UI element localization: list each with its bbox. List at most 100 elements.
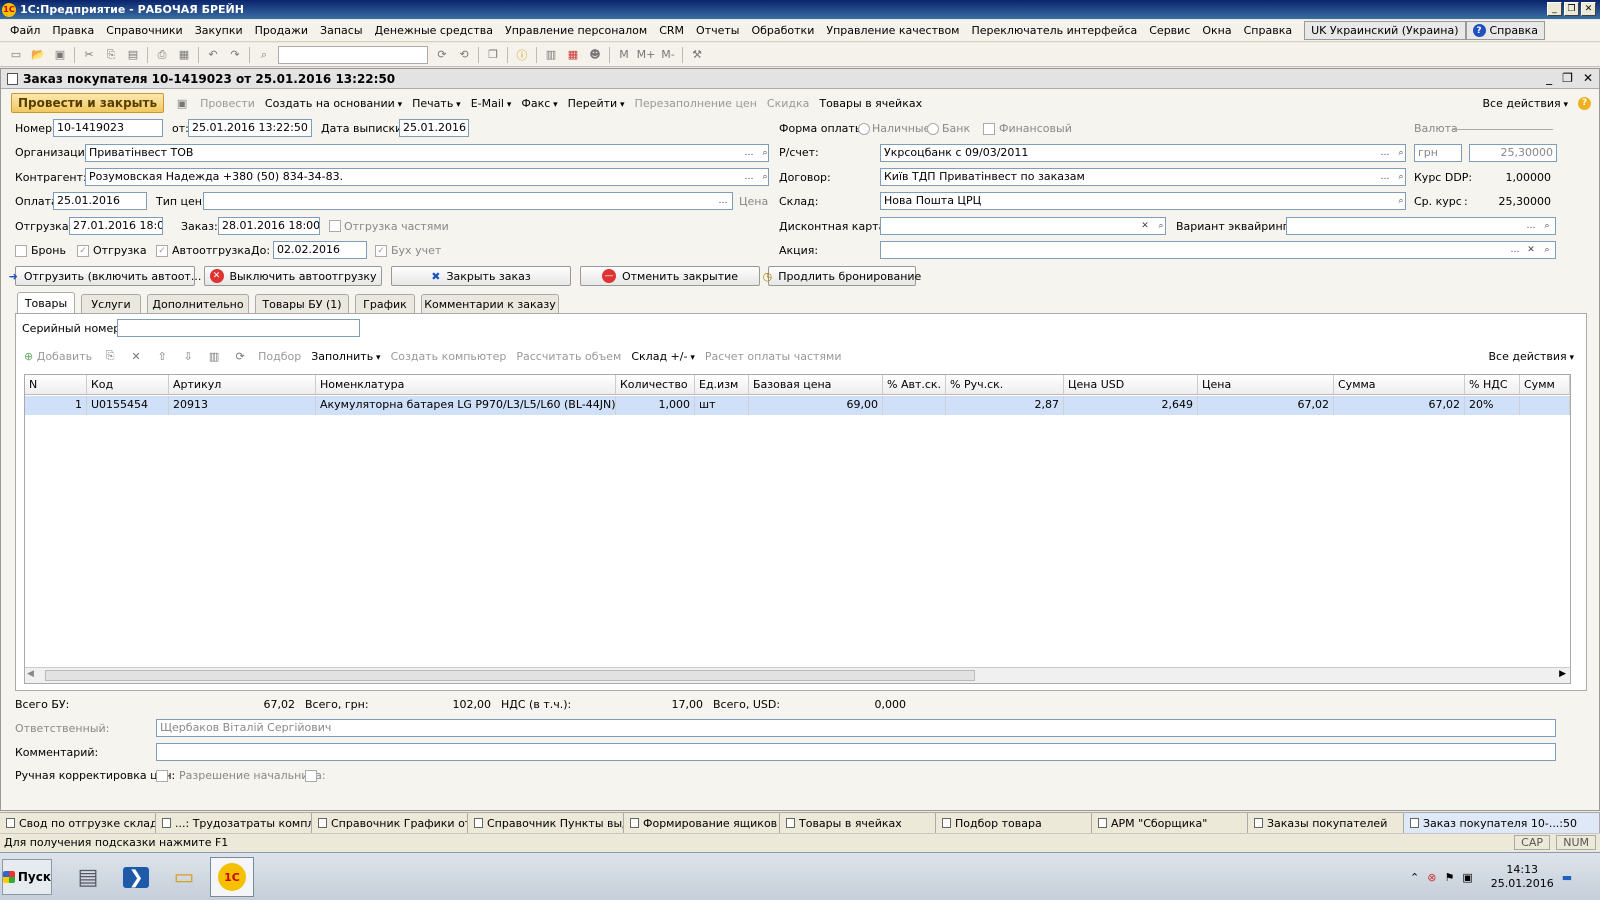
column-header[interactable]: N (25, 375, 87, 395)
cell-base-price[interactable]: 69,00 (749, 396, 883, 415)
new-icon[interactable]: ▭ (8, 47, 24, 63)
reserve-checkbox[interactable] (15, 245, 27, 257)
shipment-checkbox[interactable]: ✓ (77, 245, 89, 257)
cell-price-usd[interactable]: 2,649 (1064, 396, 1198, 415)
menu-interface-switch[interactable]: Переключатель интерфейса (965, 24, 1143, 37)
clear-icon[interactable]: ✕ (1523, 242, 1539, 258)
goto-button[interactable]: Перейти (568, 97, 625, 110)
warehouse-plus-minus-button[interactable]: Склад +/- (631, 350, 694, 363)
price-button[interactable]: Цена (739, 195, 768, 208)
acquiring-field[interactable] (1286, 217, 1556, 235)
financial-checkbox[interactable] (983, 123, 995, 135)
calculator-icon[interactable]: ▥ (543, 47, 559, 63)
tab-services[interactable]: Услуги (81, 294, 141, 314)
undo-icon[interactable]: ↶ (205, 47, 221, 63)
column-header[interactable]: Артикул (169, 375, 316, 395)
post-button[interactable]: Провести (200, 97, 255, 110)
calc-volume-button[interactable]: Рассчитать объем (516, 350, 621, 363)
search-icon[interactable]: ⌕ (256, 47, 272, 63)
cell-price[interactable]: 67,02 (1198, 396, 1334, 415)
minimize-icon[interactable]: _ (1547, 2, 1562, 16)
auto-shipment-checkbox[interactable]: ✓ (156, 245, 168, 257)
column-header[interactable]: Сумма (1334, 375, 1465, 395)
menu-windows[interactable]: Окна (1196, 24, 1237, 37)
print-button[interactable]: Печать (412, 97, 461, 110)
installments-button[interactable]: Расчет оплаты частями (705, 350, 842, 363)
menu-crm[interactable]: CRM (653, 24, 690, 37)
clock[interactable]: 14:13 25.01.2016 (1491, 863, 1554, 891)
search-icon[interactable]: ⌕ (757, 169, 773, 185)
account-field[interactable]: Укрсоцбанк с 09/03/2011 (880, 144, 1406, 162)
search-icon[interactable]: ⌕ (1153, 218, 1169, 234)
choose-icon[interactable]: … (1507, 242, 1523, 258)
menu-purchases[interactable]: Закупки (189, 24, 249, 37)
ship-auto-button[interactable]: ➜ Отгрузить (включить автоот... (9, 266, 201, 286)
choose-icon[interactable]: … (715, 193, 731, 209)
column-header[interactable]: Ед.изм (695, 375, 749, 395)
tab-goods-bu[interactable]: Товары БУ (1) (255, 294, 349, 314)
warehouse-field[interactable]: Нова Пошта ЦРЦ (880, 192, 1406, 210)
cell-auto-discount[interactable] (883, 396, 946, 415)
menu-edit[interactable]: Правка (46, 24, 100, 37)
menu-stock[interactable]: Запасы (314, 24, 368, 37)
until-date-field[interactable]: 02.02.2016 (273, 241, 367, 259)
contractor-field[interactable]: Розумовская Надежда +380 (50) 834-34-83. (85, 168, 769, 186)
column-header[interactable]: Код (87, 375, 169, 395)
choose-icon[interactable]: … (1523, 218, 1539, 234)
cut-icon[interactable]: ✂ (81, 47, 97, 63)
responsible-field[interactable]: Щербаков Віталій Сергійович (156, 719, 1556, 737)
delete-row-icon[interactable]: ✕ (128, 348, 144, 364)
cell-unit[interactable]: шт (695, 396, 749, 415)
all-actions-button[interactable]: Все действия (1483, 97, 1568, 110)
payment-date-field[interactable]: 25.01.2016 (53, 192, 147, 210)
find-prev-icon[interactable]: ⟲ (456, 47, 472, 63)
horizontal-scrollbar[interactable]: ◀ ▶ (25, 667, 1570, 683)
close-order-button[interactable]: ✖ Закрыть заказ (391, 266, 571, 286)
search-icon[interactable]: ⌕ (757, 145, 773, 161)
tray-expand-icon[interactable]: ⌃ (1410, 871, 1419, 884)
discount-card-field[interactable] (880, 217, 1166, 235)
preview-icon[interactable]: ▦ (176, 47, 192, 63)
cell-n[interactable]: 1 (25, 396, 87, 415)
pick-button[interactable]: Подбор (258, 350, 301, 363)
fax-button[interactable]: Факс (521, 97, 557, 110)
action-center-flag-icon[interactable]: ⚑ (1444, 871, 1454, 884)
window-tab[interactable]: Товары в ячейках (780, 813, 936, 833)
column-header[interactable]: % Руч.ск. (946, 375, 1064, 395)
number-field[interactable]: 10-1419023 (53, 119, 163, 137)
grid-all-actions-button[interactable]: Все действия (1489, 350, 1574, 363)
contract-field[interactable]: Київ ТДП Приватінвест по заказам (880, 168, 1406, 186)
menu-catalogs[interactable]: Справочники (100, 24, 188, 37)
window-tab[interactable]: Заказы покупателей (1248, 813, 1404, 833)
save-icon[interactable]: ▣ (52, 47, 68, 63)
organization-field[interactable]: Приватінвест ТОВ (85, 144, 769, 162)
cell-vat[interactable]: 20% (1465, 396, 1520, 415)
windows-icon[interactable]: ❐ (485, 47, 501, 63)
add-button[interactable]: ⊕ Добавить (24, 350, 92, 363)
window-tab[interactable]: Формирование ящиков (624, 813, 780, 833)
menu-quality[interactable]: Управление качеством (820, 24, 965, 37)
explorer-icon[interactable]: ▭ (162, 857, 206, 897)
extend-reserve-button[interactable]: ◷ Продлить бронирование (763, 266, 921, 286)
column-header[interactable]: Цена USD (1064, 375, 1198, 395)
window-tab[interactable]: Подбор товара (936, 813, 1092, 833)
doc-close-icon[interactable]: ✕ (1583, 71, 1593, 85)
window-tab[interactable]: АРМ "Сборщика" (1092, 813, 1248, 833)
column-header[interactable]: % НДС (1465, 375, 1520, 395)
cash-radio[interactable] (858, 123, 870, 135)
cell-code[interactable]: U0155454 (87, 396, 169, 415)
window-tab[interactable]: Свод по отгрузке склада (0, 813, 156, 833)
issue-date-field[interactable]: 25.01.2016 (399, 119, 469, 137)
calendar-icon[interactable]: ▦ (565, 47, 581, 63)
column-header[interactable]: Номенклатура (316, 375, 616, 395)
menu-hr[interactable]: Управление персоналом (499, 24, 653, 37)
disable-auto-button[interactable]: ✕ Выключить автоотгрузку (204, 266, 382, 286)
start-button[interactable]: Пуск (2, 859, 52, 895)
create-computer-button[interactable]: Создать компьютер (391, 350, 507, 363)
search-icon[interactable]: ⌕ (1539, 242, 1555, 258)
window-tab[interactable]: ...: Трудозатраты компл... (156, 813, 312, 833)
serial-number-field[interactable] (117, 319, 360, 337)
choose-icon[interactable]: … (1377, 145, 1393, 161)
column-header[interactable]: % Авт.ск. (883, 375, 946, 395)
from-date-field[interactable]: 25.01.2016 13:22:50 (188, 119, 312, 137)
